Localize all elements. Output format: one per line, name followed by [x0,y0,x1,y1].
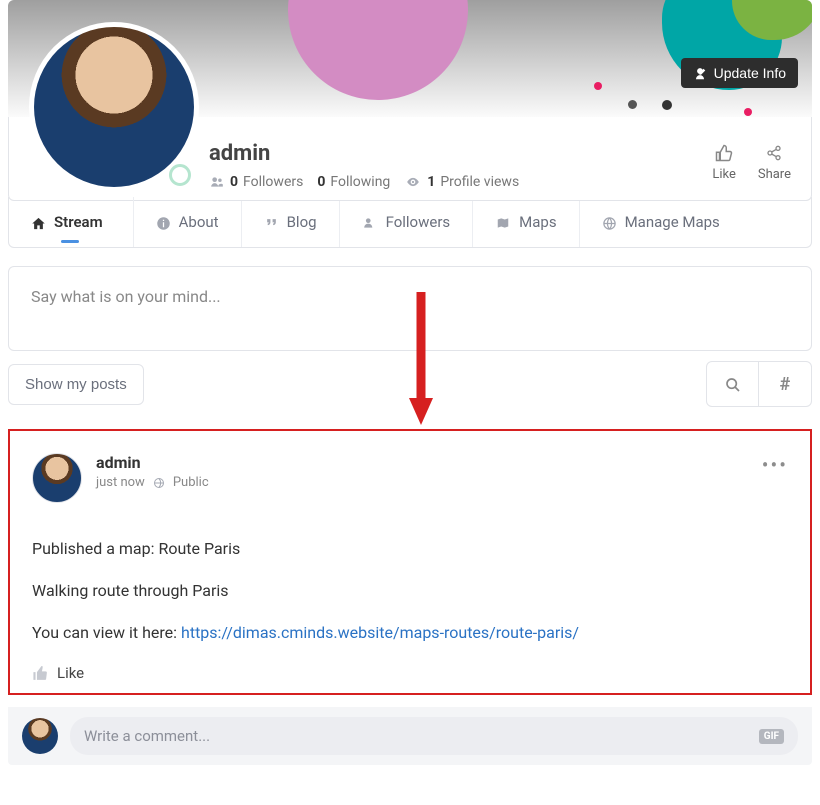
post-author-name[interactable]: admin [96,453,209,472]
tab-manage-maps-label: Manage Maps [625,213,720,231]
tab-blog[interactable]: Blog [242,197,340,247]
tab-maps[interactable]: Maps [473,197,579,247]
search-posts-button[interactable] [707,362,759,406]
gif-button[interactable]: GIF [759,729,784,744]
post-card: admin just now Public ••• Published a ma… [8,429,812,695]
post-line-2: Walking route through Paris [32,579,788,603]
user-plus-icon [362,213,378,231]
post-link-prefix: You can view it here: [32,623,181,642]
show-my-posts-button[interactable]: Show my posts [8,364,144,405]
post-like-label: Like [57,664,84,682]
views-count: 1 [427,174,435,190]
like-label: Like [712,167,736,182]
comment-user-avatar[interactable] [22,718,58,754]
like-profile-button[interactable]: Like [712,142,736,182]
tab-about-label: About [179,213,219,231]
quote-icon [264,213,279,231]
following-count: 0 [317,174,325,190]
profile-name: admin [209,141,519,166]
hashtag-button[interactable]: # [759,362,811,406]
globe-icon [602,213,617,231]
post-link[interactable]: https://dimas.cminds.website/maps-routes… [181,623,579,642]
share-profile-button[interactable]: Share [758,142,791,182]
update-info-label: Update Info [714,65,786,81]
tab-maps-label: Maps [519,213,556,231]
people-icon [209,174,225,190]
tab-about[interactable]: About [134,197,242,247]
tab-stream[interactable]: Stream [9,197,134,247]
post-timestamp: just now [96,475,145,490]
update-info-button[interactable]: Update Info [681,58,798,88]
views-label: Profile views [440,174,519,190]
post-like-button[interactable]: Like [32,663,788,683]
share-icon [766,142,782,163]
profile-header: admin 0 Followers 0 Following 1 Profile … [8,117,812,201]
hashtag-icon: # [780,374,791,395]
tab-followers[interactable]: Followers [340,197,474,247]
followers-stat[interactable]: 0 Followers [209,174,303,190]
followers-count: 0 [230,174,238,190]
following-stat[interactable]: 0 Following [317,174,390,190]
status-composer[interactable]: Say what is on your mind... [8,266,812,351]
profile-avatar [34,27,194,187]
post-body: Published a map: Route Paris Walking rou… [32,537,788,645]
post-menu-button[interactable]: ••• [762,453,788,477]
followers-label: Followers [243,174,303,190]
tab-manage-maps[interactable]: Manage Maps [580,197,742,247]
thumbs-up-icon [715,142,733,163]
thumbs-up-icon [32,663,49,683]
post-line-3: You can view it here: https://dimas.cmin… [32,621,788,645]
comment-input[interactable]: Write a comment... GIF [70,717,798,755]
tab-stream-label: Stream [54,213,103,231]
tab-blog-label: Blog [287,213,317,231]
presence-indicator [169,164,191,186]
profile-stats: 0 Followers 0 Following 1 Profile views [209,174,519,190]
comment-bar: Write a comment... GIF [8,707,812,765]
post-line-1: Published a map: Route Paris [32,537,788,561]
globe-icon [153,475,165,490]
avatar-container[interactable] [29,22,199,192]
post-visibility: Public [173,475,209,490]
composer-placeholder: Say what is on your mind... [31,287,221,306]
profile-tabs: Stream About Blog Followers Maps Manage … [8,197,812,248]
post-author-avatar[interactable] [32,453,82,503]
info-icon [156,213,171,231]
search-icon [725,374,741,395]
tab-followers-label: Followers [386,213,451,231]
comment-placeholder: Write a comment... [84,727,210,745]
views-stat: 1 Profile views [404,174,519,190]
following-label: Following [330,174,390,190]
eye-icon [404,174,422,190]
user-edit-icon [693,65,707,81]
map-icon [495,213,511,231]
home-icon [31,213,46,231]
share-label: Share [758,167,791,182]
